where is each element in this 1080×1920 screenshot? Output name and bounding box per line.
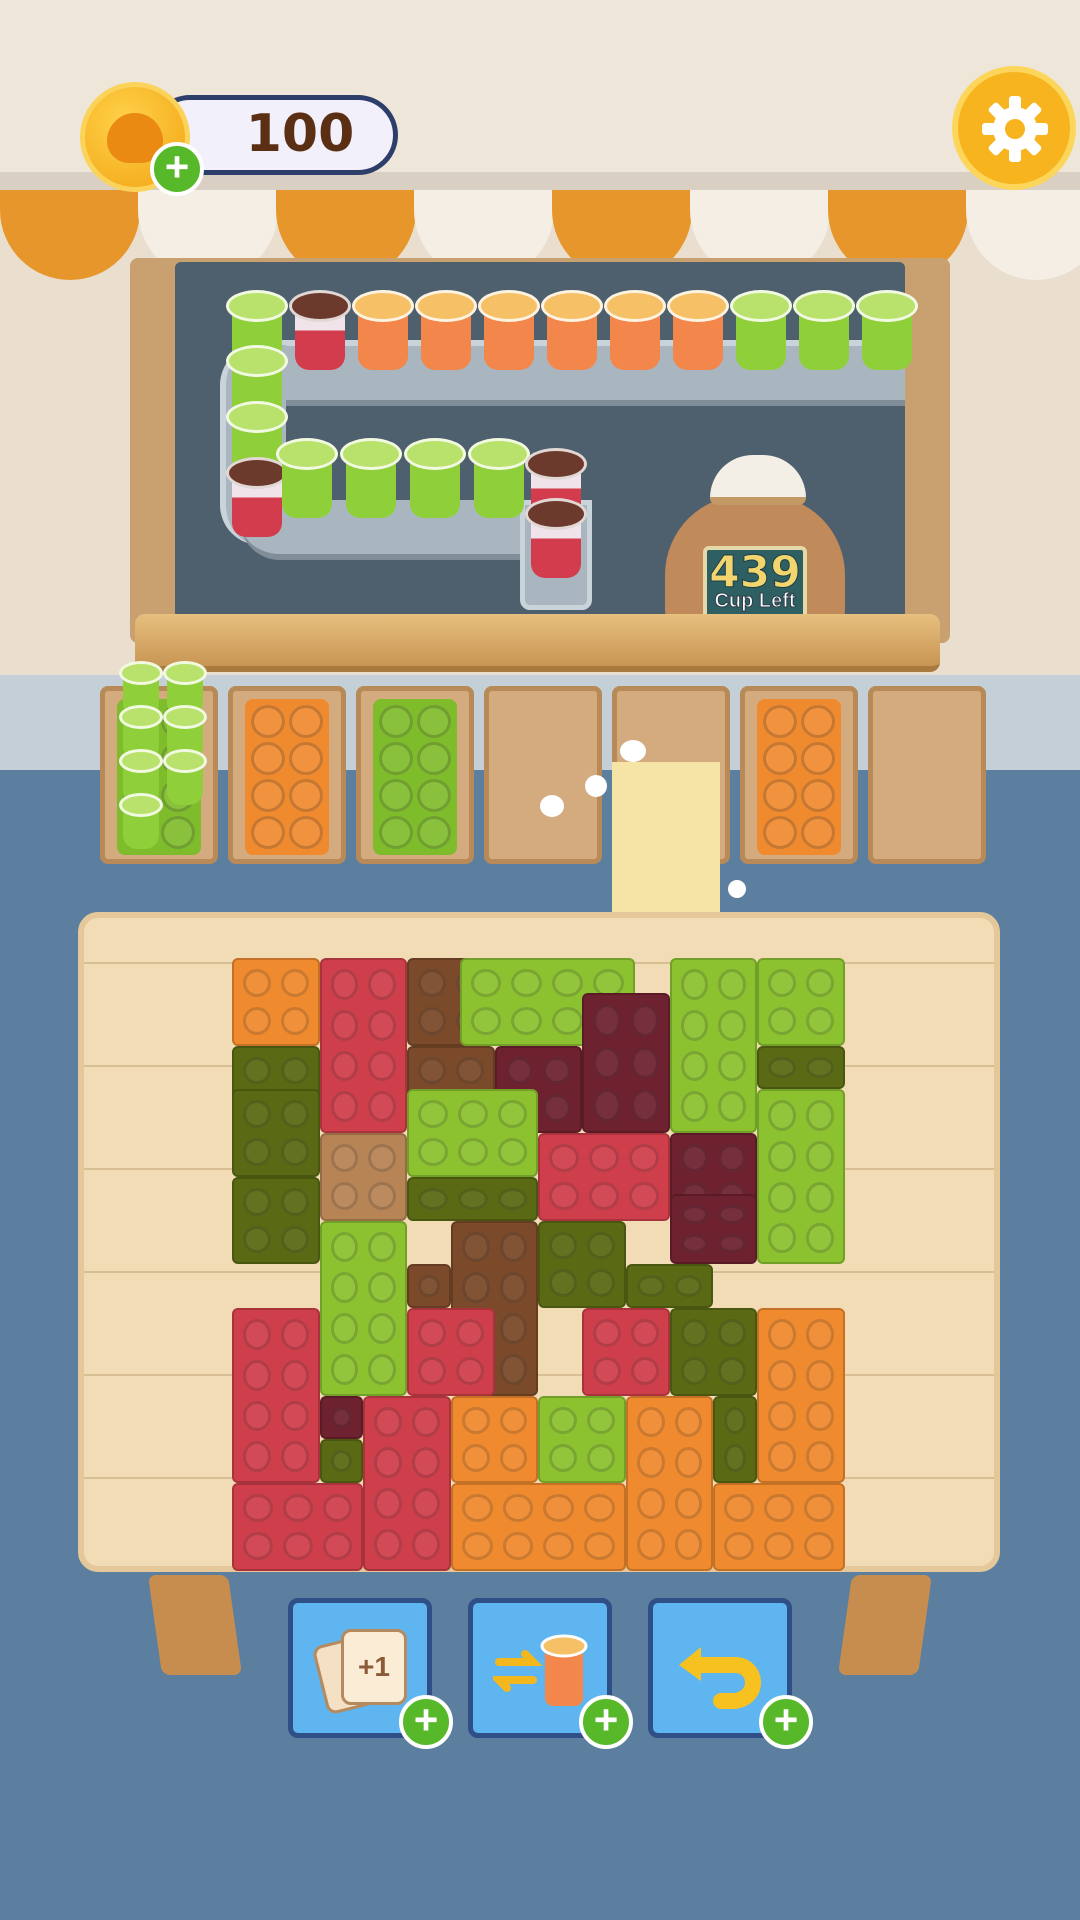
gear-icon xyxy=(982,96,1048,162)
sparkle xyxy=(585,775,607,797)
orange-brick xyxy=(245,699,329,855)
orange-cup xyxy=(415,290,477,372)
plus-one-cards-icon: +1 xyxy=(311,1629,409,1719)
add-slot-label: +1 xyxy=(358,1651,390,1682)
orange-cup xyxy=(667,290,729,372)
green-cup xyxy=(468,438,530,520)
dark-red-brick[interactable] xyxy=(669,1194,757,1265)
red-brick[interactable] xyxy=(407,1308,495,1396)
green-cup xyxy=(793,290,855,372)
dark-green-brick[interactable] xyxy=(407,1176,539,1221)
coin-amount: 100 xyxy=(245,104,355,164)
holding-slot xyxy=(100,661,218,864)
swap-plus-icon: + xyxy=(579,1695,633,1749)
holding-slot xyxy=(484,686,602,864)
dark-green-brick[interactable] xyxy=(232,1176,320,1265)
dark-green-brick[interactable] xyxy=(232,1089,320,1177)
holding-slot xyxy=(868,686,986,864)
cups-left-label: Cup Left xyxy=(714,590,796,613)
green-cup xyxy=(856,290,918,372)
add-slot-plus-icon: + xyxy=(399,1695,453,1749)
swap-cup-icon xyxy=(493,1634,588,1706)
holding-slot xyxy=(228,686,346,864)
shop-counter xyxy=(135,614,940,672)
sailor-hat-icon xyxy=(710,455,806,505)
table-leg-left xyxy=(147,1575,243,1675)
sparkle xyxy=(728,880,746,898)
holding-slots xyxy=(100,661,986,866)
undo-arrow-icon xyxy=(679,1647,761,1709)
sparkle xyxy=(540,795,564,817)
green-brick xyxy=(373,699,457,855)
orange-brick[interactable] xyxy=(232,958,320,1046)
red-brick[interactable] xyxy=(319,958,407,1133)
holding-slot xyxy=(356,686,474,864)
green-cup xyxy=(340,438,402,520)
orange-brick[interactable] xyxy=(713,1483,845,1571)
orange-cup xyxy=(478,290,540,372)
dark-green-brick[interactable] xyxy=(538,1220,626,1308)
green-cup xyxy=(404,438,466,520)
red-brick[interactable] xyxy=(538,1133,670,1221)
brick-grid xyxy=(232,958,848,1571)
orange-cup xyxy=(352,290,414,372)
green-cup xyxy=(119,793,163,851)
dark-green-brick[interactable] xyxy=(319,1439,364,1483)
settings-button[interactable] xyxy=(952,66,1076,190)
dark-green-brick[interactable] xyxy=(669,1308,757,1396)
dark-green-brick[interactable] xyxy=(713,1395,757,1483)
red-cup xyxy=(525,498,587,580)
orange-brick xyxy=(757,699,841,855)
table-leg-right xyxy=(837,1575,933,1675)
green-brick[interactable] xyxy=(669,958,757,1133)
swap-cup-powerup[interactable]: + xyxy=(468,1598,633,1749)
green-brick[interactable] xyxy=(407,1089,539,1177)
dark-green-brick[interactable] xyxy=(625,1264,714,1308)
sparkle xyxy=(620,740,646,762)
green-cup xyxy=(730,290,792,372)
green-brick[interactable] xyxy=(757,958,845,1046)
undo-plus-icon: + xyxy=(759,1695,813,1749)
add-slot-powerup[interactable]: +1 + xyxy=(288,1598,453,1749)
orange-cup xyxy=(541,290,603,372)
green-cup xyxy=(163,749,207,807)
red-brick[interactable] xyxy=(232,1308,320,1483)
green-brick[interactable] xyxy=(757,1089,845,1265)
brown-brick[interactable] xyxy=(319,1133,407,1221)
dark-brown-brick[interactable] xyxy=(407,1264,451,1308)
green-cup xyxy=(276,438,338,520)
dark-red-brick[interactable] xyxy=(319,1395,364,1440)
orange-cup xyxy=(604,290,666,372)
orange-brick[interactable] xyxy=(450,1395,539,1483)
dark-green-brick[interactable] xyxy=(757,1045,845,1090)
dark-red-brick[interactable] xyxy=(582,993,670,1133)
red-brick[interactable] xyxy=(582,1308,670,1396)
green-brick[interactable] xyxy=(319,1220,407,1396)
red-brick[interactable] xyxy=(232,1483,364,1571)
holding-slot xyxy=(740,686,858,864)
green-brick[interactable] xyxy=(538,1395,626,1483)
red-brick[interactable] xyxy=(363,1395,451,1571)
orange-brick[interactable] xyxy=(450,1483,626,1571)
red-cup xyxy=(289,290,351,372)
undo-powerup[interactable]: + xyxy=(648,1598,813,1749)
add-coins-button[interactable]: + xyxy=(150,142,204,196)
orange-brick[interactable] xyxy=(757,1308,845,1483)
orange-brick[interactable] xyxy=(625,1395,714,1571)
